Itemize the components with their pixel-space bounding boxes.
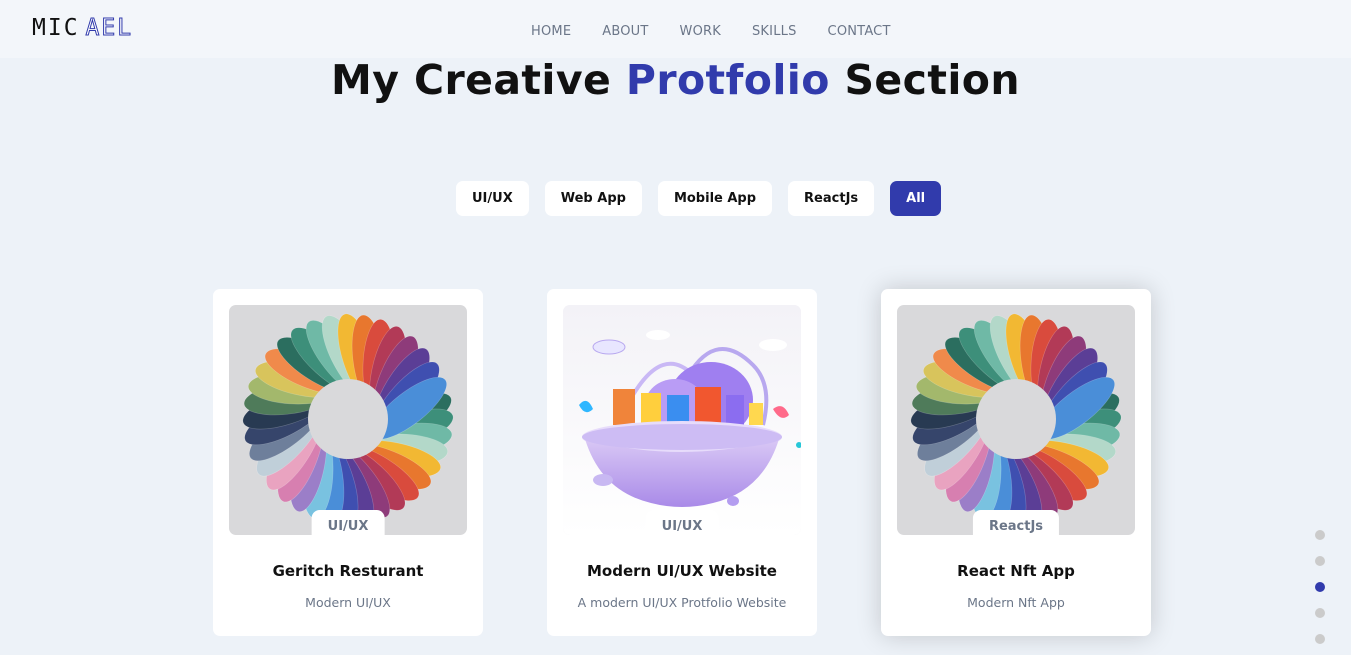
portfolio-card[interactable]: UI/UX Modern UI/UX Website A modern UI/U…	[547, 289, 817, 636]
portfolio-card[interactable]: ReactJs React Nft App Modern Nft App	[881, 289, 1151, 636]
card-title: React Nft App	[957, 562, 1075, 580]
nav-links: HOME ABOUT WORK SKILLS CONTACT	[531, 24, 891, 39]
swirl-image	[242, 313, 454, 525]
card-title: Modern UI/UX Website	[587, 562, 777, 580]
card-description: Modern UI/UX	[305, 595, 391, 610]
filter-web-app[interactable]: Web App	[544, 181, 642, 216]
swirl-center	[976, 379, 1056, 459]
play-island-image	[563, 305, 801, 535]
card-title: Geritch Resturant	[272, 562, 424, 580]
filter-reactjs[interactable]: ReactJs	[788, 181, 875, 216]
card-description: Modern Nft App	[967, 595, 1065, 610]
card-tag: UI/UX	[311, 510, 385, 542]
project-image[interactable]	[897, 305, 1135, 535]
title-part-1: My Creative	[331, 56, 626, 104]
card-tag: ReactJs	[972, 510, 1060, 542]
portfolio-filters: UI/UX Web App Mobile App ReactJs All	[456, 181, 942, 216]
section-dot[interactable]	[1315, 634, 1325, 644]
filter-all[interactable]: All	[890, 181, 942, 216]
card-tag: UI/UX	[645, 510, 719, 542]
logo[interactable]: MIC AEL	[32, 15, 134, 42]
logo-part-2: AEL	[85, 15, 134, 42]
filter-mobile-app[interactable]: Mobile App	[657, 181, 773, 216]
nav-about[interactable]: ABOUT	[602, 24, 648, 39]
section-dot-active[interactable]	[1315, 582, 1325, 592]
swirl-image	[910, 313, 1122, 525]
title-part-2: Section	[829, 56, 1020, 104]
card-description: A modern UI/UX Protfolio Website	[577, 595, 787, 610]
navbar: MIC AEL HOME ABOUT WORK SKILLS CONTACT	[0, 0, 1351, 58]
section-title: My Creative Protfolio Section	[0, 56, 1351, 104]
nav-home[interactable]: HOME	[531, 24, 571, 39]
section-dot[interactable]	[1315, 608, 1325, 618]
logo-part-1: MIC	[32, 15, 80, 41]
section-dot[interactable]	[1315, 530, 1325, 540]
nav-skills[interactable]: SKILLS	[752, 24, 797, 39]
swirl-center	[308, 379, 388, 459]
title-accent: Protfolio	[625, 56, 830, 104]
nav-work[interactable]: WORK	[680, 24, 721, 39]
filter-ui-ux[interactable]: UI/UX	[456, 181, 529, 216]
project-image[interactable]	[563, 305, 801, 535]
nav-contact[interactable]: CONTACT	[828, 24, 891, 39]
section-dot[interactable]	[1315, 556, 1325, 566]
section-nav-dots	[1315, 530, 1325, 644]
portfolio-card[interactable]: UI/UX Geritch Resturant Modern UI/UX	[213, 289, 483, 636]
project-image[interactable]	[229, 305, 467, 535]
